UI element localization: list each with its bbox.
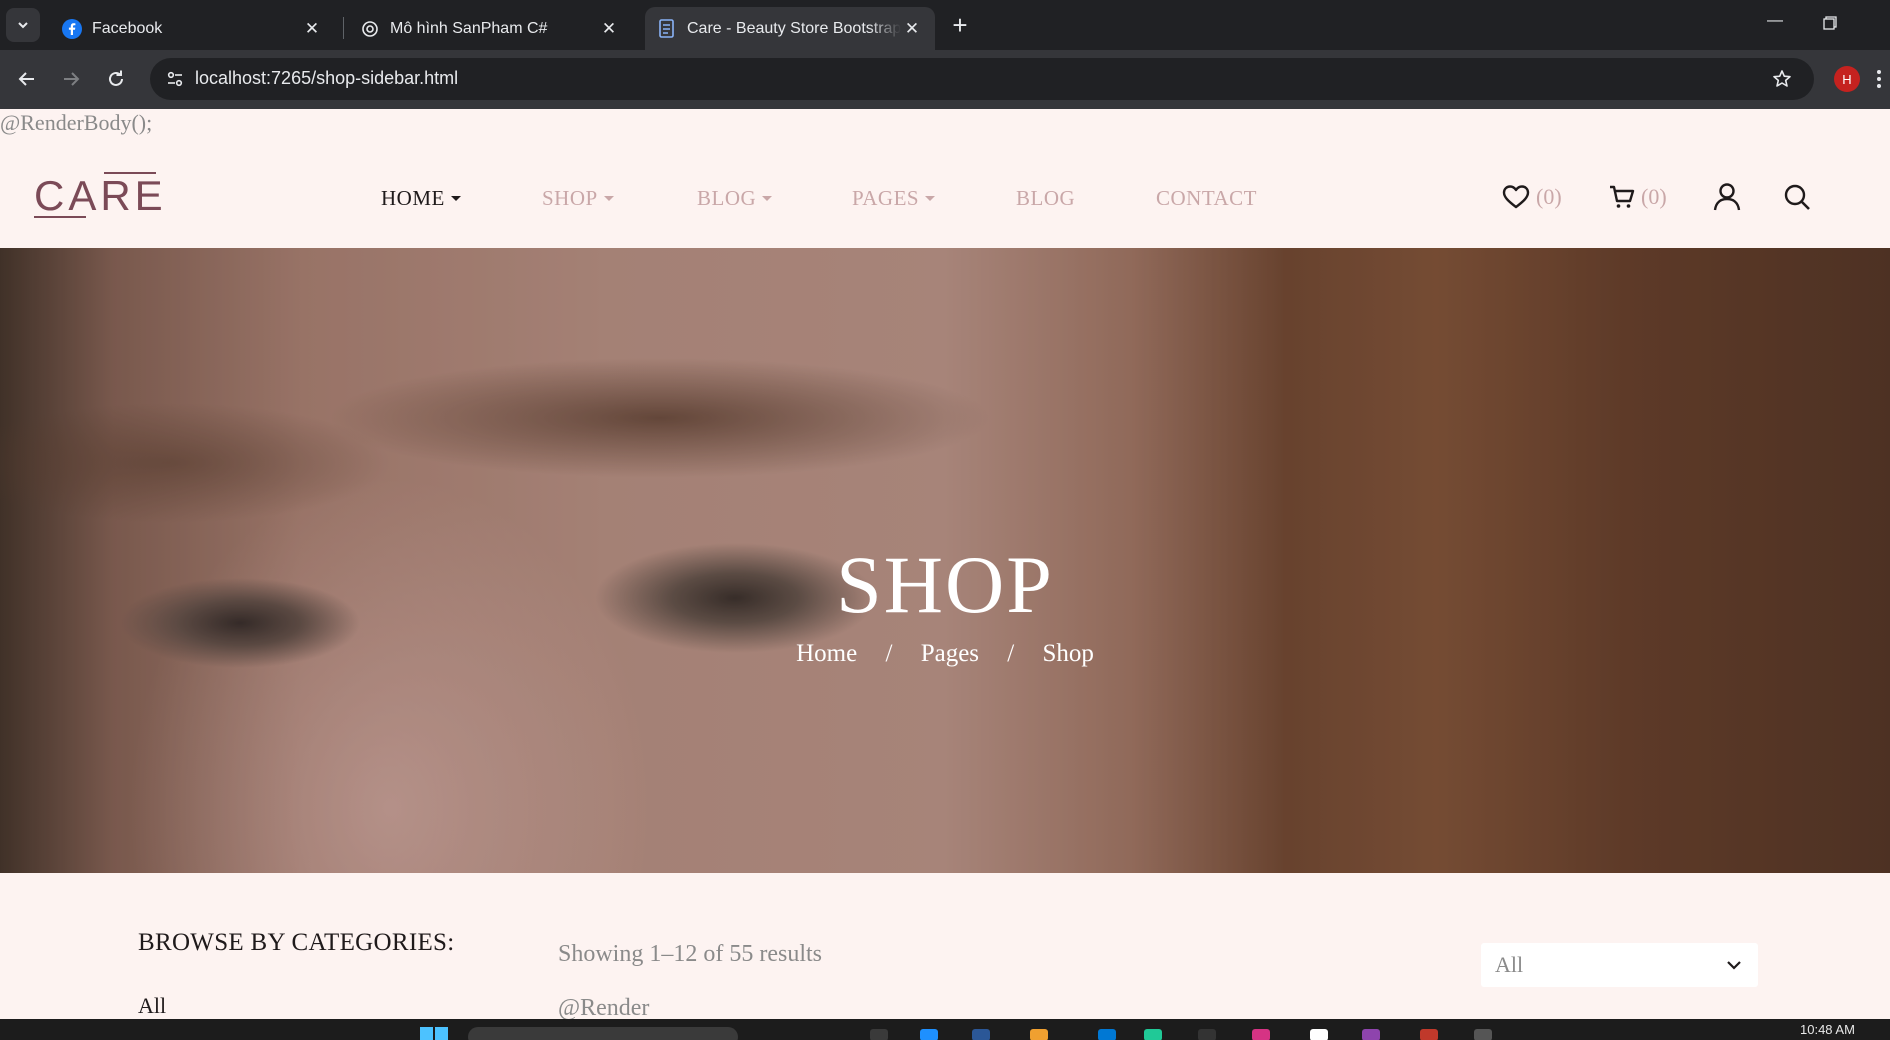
breadcrumb-separator: / xyxy=(885,640,893,667)
site-info-icon[interactable] xyxy=(160,64,190,94)
nav-blog-dropdown[interactable]: BLOG xyxy=(697,186,852,211)
render-placeholder-text: @Render xyxy=(558,995,650,1019)
taskbar-app-icon[interactable] xyxy=(1198,1029,1216,1040)
heart-icon xyxy=(1502,185,1530,209)
tab-title: Mô hình SanPham C# xyxy=(390,19,548,37)
caret-down-icon xyxy=(925,195,936,201)
chevron-down-icon xyxy=(1727,961,1741,970)
caret-down-icon xyxy=(762,195,773,201)
os-taskbar: 10:48 AM xyxy=(0,1019,1890,1040)
back-button[interactable] xyxy=(12,64,42,94)
nav-label: BLOG xyxy=(1016,185,1076,210)
chevron-down-icon xyxy=(18,22,28,29)
nav-blog[interactable]: BLOG xyxy=(1016,186,1156,211)
tab-title: Care - Beauty Store Bootstrap 5 xyxy=(687,19,901,37)
wishlist-count: (0) xyxy=(1536,184,1562,209)
cart-icon xyxy=(1610,185,1635,208)
close-icon[interactable]: ✕ xyxy=(901,18,923,40)
taskbar-app-icon[interactable] xyxy=(1362,1029,1380,1040)
nav-shop[interactable]: SHOP xyxy=(542,186,697,211)
url-text: localhost:7265/shop-sidebar.html xyxy=(195,68,459,88)
browser-menu-icon[interactable] xyxy=(1876,68,1890,92)
bookmark-star-icon[interactable] xyxy=(1768,65,1796,93)
sort-select-value: All xyxy=(1495,952,1524,977)
taskbar-app-icon[interactable] xyxy=(1310,1029,1328,1040)
close-icon[interactable]: ✕ xyxy=(301,18,323,40)
wishlist-button[interactable]: (0) xyxy=(1502,175,1562,219)
browser-toolbar: localhost:7265/shop-sidebar.html H xyxy=(0,50,1890,109)
cart-count: (0) xyxy=(1641,184,1667,209)
taskbar-app-icon[interactable] xyxy=(1252,1029,1270,1040)
taskbar-app-icon[interactable] xyxy=(1420,1029,1438,1040)
breadcrumb: Home / Pages / Shop xyxy=(0,640,1890,668)
profile-avatar[interactable]: H xyxy=(1834,66,1860,92)
taskbar-app-icon[interactable] xyxy=(1474,1029,1492,1040)
openai-icon xyxy=(360,19,380,39)
tab-search-button[interactable] xyxy=(6,8,40,42)
caret-down-icon xyxy=(450,195,461,201)
categories-heading: BROWSE BY CATEGORIES: xyxy=(138,929,455,956)
main-nav: HOME SHOP BLOG PAGES BLOG CONTACT xyxy=(381,178,1257,218)
site-logo[interactable]: CARE xyxy=(34,172,163,220)
address-bar[interactable]: localhost:7265/shop-sidebar.html xyxy=(150,58,1814,100)
logo-bottom-line xyxy=(34,216,86,218)
nav-label: SHOP xyxy=(542,185,598,210)
hero-title: SHOP xyxy=(836,539,1054,630)
minimize-icon[interactable]: — xyxy=(1760,12,1790,38)
arrow-left-icon xyxy=(18,72,34,86)
close-icon[interactable]: ✕ xyxy=(598,18,620,40)
hero-banner: SHOP Home / Pages / Shop xyxy=(0,248,1890,873)
nav-home[interactable]: HOME xyxy=(381,186,542,211)
caret-down-icon xyxy=(603,195,614,201)
tab-care-active[interactable]: Care - Beauty Store Bootstrap 5 ✕ xyxy=(645,7,935,50)
taskbar-app-icon[interactable] xyxy=(870,1029,888,1040)
taskbar-app-icon[interactable] xyxy=(972,1029,990,1040)
tab-facebook[interactable]: Facebook ✕ xyxy=(50,7,335,50)
user-icon xyxy=(1713,183,1741,211)
taskbar-app-icon[interactable] xyxy=(1098,1029,1116,1040)
nav-contact[interactable]: CONTACT xyxy=(1156,186,1257,211)
nav-label: PAGES xyxy=(852,185,920,210)
search-button[interactable] xyxy=(1783,175,1811,219)
restore-icon[interactable] xyxy=(1815,12,1845,38)
breadcrumb-separator: / xyxy=(1007,640,1015,667)
arrow-right-icon xyxy=(64,72,80,86)
nav-label: HOME xyxy=(381,185,445,210)
sort-select[interactable]: All xyxy=(1481,943,1758,987)
tab-sanpham[interactable]: Mô hình SanPham C# ✕ xyxy=(348,7,632,50)
tab-title: Facebook xyxy=(92,19,163,37)
tab-separator xyxy=(343,17,344,39)
results-count: Showing 1–12 of 55 results xyxy=(558,941,822,967)
search-icon xyxy=(1784,184,1810,210)
reload-button[interactable] xyxy=(101,64,131,94)
account-button[interactable] xyxy=(1713,175,1741,219)
taskbar-clock: 10:48 AM xyxy=(1800,1022,1855,1037)
new-tab-button[interactable]: + xyxy=(946,12,974,40)
taskbar-app-icon[interactable] xyxy=(1030,1029,1048,1040)
logo-text: CARE xyxy=(34,172,167,219)
breadcrumb-home[interactable]: Home xyxy=(796,640,857,667)
windows-start-icon[interactable] xyxy=(420,1027,448,1040)
taskbar-app-icon[interactable] xyxy=(920,1029,938,1040)
breadcrumb-pages[interactable]: Pages xyxy=(921,640,979,667)
reload-icon xyxy=(109,70,123,86)
category-all[interactable]: All xyxy=(138,993,166,1019)
cart-button[interactable]: (0) xyxy=(1609,175,1667,219)
facebook-icon xyxy=(62,18,82,39)
render-body-text: @RenderBody(); xyxy=(0,110,153,135)
page-viewport: @RenderBody(); CARE HOME SHOP BLOG PAGES… xyxy=(0,109,1890,1019)
browser-tab-strip: Facebook ✕ Mô hình SanPham C# ✕ Care - B… xyxy=(0,0,1890,50)
forward-button[interactable] xyxy=(56,64,86,94)
taskbar-search[interactable] xyxy=(468,1027,738,1040)
nav-label: CONTACT xyxy=(1156,185,1257,210)
page-icon xyxy=(657,18,677,39)
breadcrumb-shop: Shop xyxy=(1042,640,1094,667)
nav-pages[interactable]: PAGES xyxy=(852,186,1016,211)
nav-label: BLOG xyxy=(697,185,757,210)
taskbar-app-icon[interactable] xyxy=(1144,1029,1162,1040)
